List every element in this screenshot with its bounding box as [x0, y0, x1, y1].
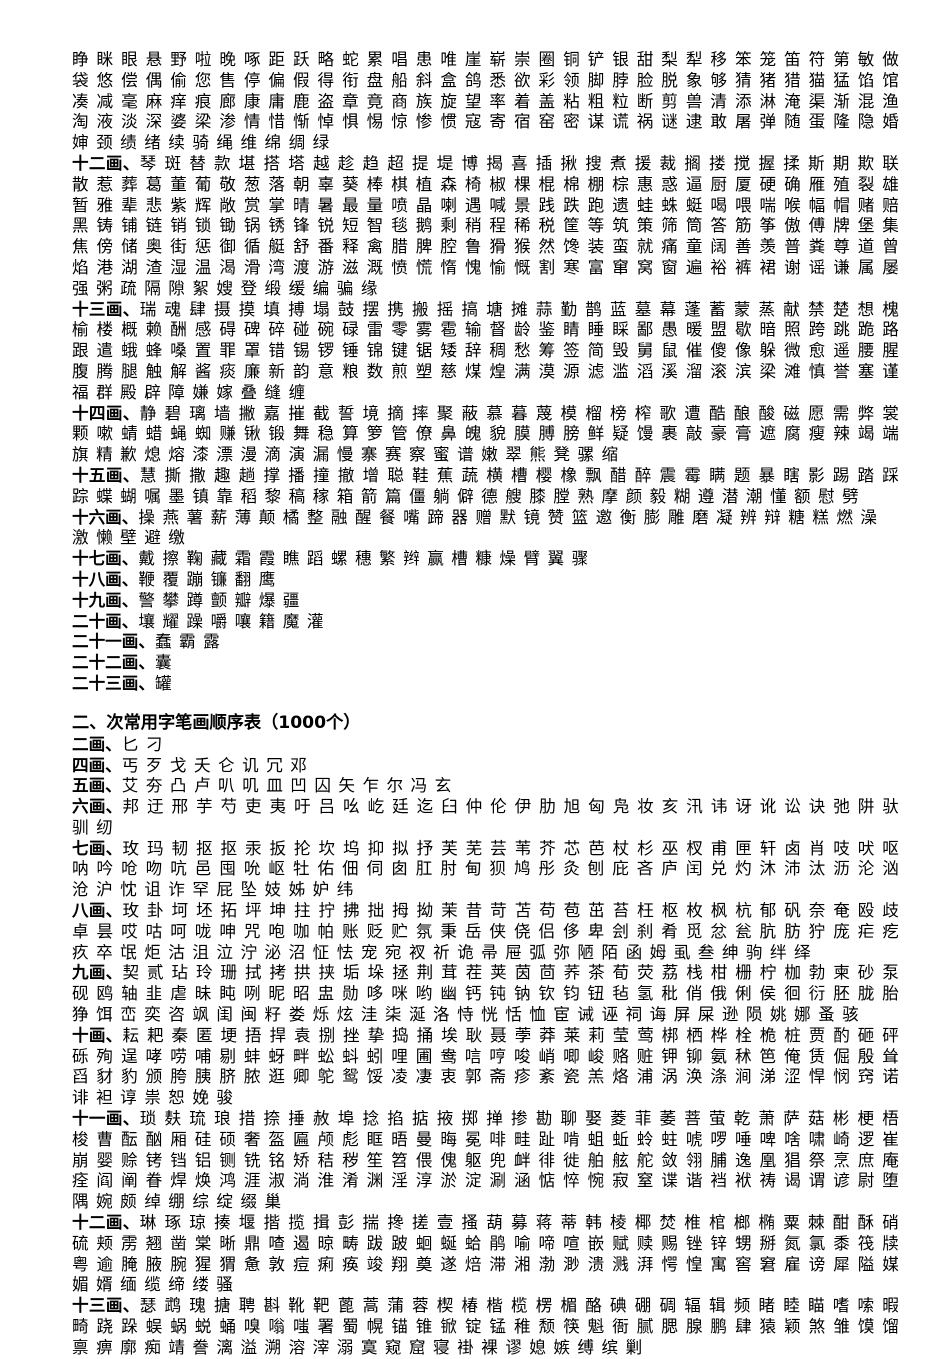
stroke-group-label: 六画、	[72, 797, 123, 817]
stroke-group: 睁 眯 眼 悬 野 啦 晚 啄 距 跃 略 蛇 累 唱 患 唯 崖 崭 崇 圈 …	[72, 50, 900, 154]
stroke-group: 二十二画、囊	[72, 653, 900, 674]
stroke-group-label: 十九画、	[72, 590, 139, 610]
stroke-group-chars: 罐	[154, 673, 173, 693]
stroke-group-chars: 瑟 鹉 瑰 搪 聘 斟 靴 靶 蓖 蒿 蒲 蓉 楔 椿 楷 榄 楞 楣 酪 碘 …	[72, 1296, 901, 1357]
stroke-group-label: 十七画、	[72, 549, 139, 569]
stroke-group-chars: 琐 麸 琉 琅 措 捺 捶 赦 埠 捻 掐 掂 掖 掷 掸 掺 勘 聊 娶 菱 …	[72, 1109, 901, 1212]
stroke-group-label: 十二画、	[72, 1213, 140, 1233]
stroke-group: 十三画、瑞 魂 肆 摄 摸 填 搏 塌 鼓 摆 携 搬 摇 搞 塘 摊 蒜 勤 …	[72, 300, 900, 404]
stroke-group-chars: 警 攀 蹲 颤 瓣 爆 疆	[138, 590, 301, 610]
stroke-group: 十二画、琴 斑 替 款 堪 搭 塔 越 趁 趋 超 提 堤 博 揭 喜 插 揪 …	[72, 154, 900, 300]
stroke-group-label: 十画、	[72, 1025, 123, 1045]
stroke-group-chars: 鞭 覆 蹦 镰 翻 鹰	[138, 569, 277, 589]
stroke-group-label: 二十二画、	[72, 653, 155, 673]
stroke-group: 十二画、琳 琢 琼 揍 堰 揩 揽 揖 彭 揣 搀 搓 壹 搔 葫 募 蒋 蒂 …	[72, 1213, 900, 1296]
stroke-group-chars: 匕 刁	[121, 734, 164, 754]
stroke-group-label: 十二画、	[72, 153, 140, 173]
stroke-group: 八画、玫 卦 坷 坯 拓 坪 坤 拄 拧 拂 拙 拇 拗 茉 昔 苛 苫 苟 苞…	[72, 901, 900, 963]
stroke-group-label: 五画、	[72, 776, 122, 796]
stroke-group-label: 十一画、	[72, 1109, 140, 1129]
stroke-group-label: 二画、	[72, 734, 122, 754]
stroke-group: 二画、匕 刁	[72, 735, 900, 756]
stroke-group-label: 八画、	[72, 901, 123, 921]
stroke-group: 九画、契 贰 玷 玲 珊 拭 拷 拱 挟 垢 垛 拯 荆 茸 茬 荚 茵 茴 荞…	[72, 963, 900, 1025]
stroke-group-chars: 蠢 霸 露	[154, 632, 221, 652]
stroke-group-chars: 契 贰 玷 玲 珊 拭 拷 拱 挟 垢 垛 拯 荆 茸 茬 荚 茵 茴 荞 茶 …	[72, 963, 900, 1025]
stroke-group-label: 二十画、	[72, 611, 139, 631]
stroke-group-label: 十四画、	[72, 403, 140, 423]
common-char-list-section: 睁 眯 眼 悬 野 啦 晚 啄 距 跃 略 蛇 累 唱 患 唯 崖 崭 崇 圈 …	[72, 50, 900, 695]
stroke-group-chars: 囊	[154, 653, 173, 673]
stroke-group: 十七画、戴 擦 鞠 藏 霜 霞 瞧 蹈 螺 穗 繁 辫 赢 槽 糠 燥 臂 翼 …	[72, 549, 900, 570]
stroke-group-chars: 静 碧 璃 墙 撇 嘉 摧 截 誓 境 摘 摔 聚 蔽 慕 暮 蔑 模 榴 榜 …	[72, 403, 901, 465]
stroke-group-chars: 丐 歹 戈 夭 仑 讥 冗 邓	[121, 755, 308, 775]
stroke-group: 五画、艾 夯 凸 卢 叭 叽 皿 凹 囚 矢 乍 尔 冯 玄	[72, 776, 900, 797]
stroke-group-chars: 慧 撕 撒 趣 趟 撑 播 撞 撤 增 聪 鞋 蕉 蔬 横 槽 樱 橡 飘 醋 …	[72, 465, 901, 506]
stroke-group-label: 十六画、	[72, 507, 139, 527]
stroke-group: 七画、玫 玛 韧 抠 抠 汞 扳 抡 坎 坞 抑 拟 抒 芙 芜 芸 苇 芥 芯…	[72, 839, 900, 901]
stroke-group-label: 十三画、	[72, 1296, 140, 1316]
stroke-group: 四画、丐 歹 戈 夭 仑 讥 冗 邓	[72, 756, 900, 777]
section-heading-secondary: 二、次常用字笔画顺序表（1000个）	[72, 711, 900, 735]
stroke-group: 十九画、警 攀 蹲 颤 瓣 爆 疆	[72, 591, 900, 612]
stroke-group-chars: 睁 眯 眼 悬 野 啦 晚 啄 距 跃 略 蛇 累 唱 患 唯 崖 崭 崇 圈 …	[72, 50, 900, 153]
stroke-group-chars: 壤 耀 躁 嚼 嚷 籍 魔 灌	[138, 611, 325, 631]
stroke-group-chars: 琴 斑 替 款 堪 搭 塔 越 趁 趋 超 提 堤 博 揭 喜 插 揪 搜 煮 …	[72, 153, 901, 298]
stroke-group: 二十画、壤 耀 躁 嚼 嚷 籍 魔 灌	[72, 612, 900, 633]
stroke-group-label: 七画、	[72, 838, 123, 858]
stroke-group: 十六画、操 燕 薯 薪 薄 颠 橘 整 融 醒 餐 嘴 蹄 器 赠 默 镜 赞 …	[72, 508, 900, 550]
stroke-group-chars: 耘 耙 秦 匿 埂 捂 捍 袁 捌 挫 挚 捣 捅 埃 耿 聂 荸 莽 莱 莉 …	[72, 1025, 900, 1108]
stroke-group: 十八画、鞭 覆 蹦 镰 翻 鹰	[72, 570, 900, 591]
stroke-group: 十画、耘 耙 秦 匿 埂 捂 捍 袁 捌 挫 挚 捣 捅 埃 耿 聂 荸 莽 莱…	[72, 1026, 900, 1109]
stroke-group-chars: 琳 琢 琼 揍 堰 揩 揽 揖 彭 揣 搀 搓 壹 搔 葫 募 蒋 蒂 韩 棱 …	[72, 1213, 901, 1295]
stroke-group-label: 二十三画、	[72, 673, 155, 693]
stroke-group-chars: 玫 卦 坷 坯 拓 坪 坤 拄 拧 拂 拙 拇 拗 茉 昔 苛 苫 苟 苞 茁 …	[72, 901, 900, 962]
stroke-group: 六画、邦 迂 邢 芋 芍 吏 夷 吁 吕 吆 屹 廷 迄 臼 仲 伦 伊 肋 旭…	[72, 797, 900, 839]
stroke-group: 十四画、静 碧 璃 墙 撇 嘉 摧 截 誓 境 摘 摔 聚 蔽 慕 暮 蔑 模 …	[72, 404, 900, 466]
document-page: 睁 眯 眼 悬 野 啦 晚 啄 距 跃 略 蛇 累 唱 患 唯 崖 崭 崇 圈 …	[0, 0, 945, 1357]
stroke-group-label: 四画、	[72, 755, 122, 775]
stroke-group-label: 十八画、	[72, 569, 139, 589]
section-heading-count: 1000	[278, 712, 327, 733]
stroke-group-chars: 戴 擦 鞠 藏 霜 霞 瞧 蹈 螺 穗 繁 辫 赢 槽 糠 燥 臂 翼 骤	[138, 549, 590, 569]
section-heading-suffix: 个）	[326, 712, 361, 733]
stroke-group-chars: 邦 迂 邢 芋 芍 吏 夷 吁 吕 吆 屹 廷 迄 臼 仲 伦 伊 肋 旭 匈 …	[72, 797, 900, 837]
stroke-group-chars: 玫 玛 韧 抠 抠 汞 扳 抡 坎 坞 抑 拟 抒 芙 芜 芸 苇 芥 芯 芭 …	[72, 838, 900, 900]
stroke-group: 二十三画、罐	[72, 674, 900, 695]
stroke-group-label: 二十一画、	[72, 632, 155, 652]
stroke-group-chars: 操 燕 薯 薪 薄 颠 橘 整 融 醒 餐 嘴 蹄 器 赠 默 镜 赞 篮 邀 …	[72, 507, 879, 548]
stroke-group-chars: 瑞 魂 肆 摄 摸 填 搏 塌 鼓 摆 携 搬 摇 搞 塘 摊 蒜 勤 鹊 蓝 …	[72, 299, 901, 402]
stroke-group-label: 十五画、	[72, 465, 140, 485]
stroke-group-label: 十三画、	[72, 299, 140, 319]
stroke-group: 十三画、瑟 鹉 瑰 搪 聘 斟 靴 靶 蓖 蒿 蒲 蓉 楔 椿 楷 榄 楞 楣 …	[72, 1296, 900, 1358]
stroke-group-label: 九画、	[72, 963, 123, 983]
stroke-group: 十一画、琐 麸 琉 琅 措 捺 捶 赦 埠 捻 掐 掂 掖 掷 掸 掺 勘 聊 …	[72, 1109, 900, 1213]
stroke-group: 十五画、慧 撕 撒 趣 趟 撑 播 撞 撤 增 聪 鞋 蕉 蔬 横 槽 樱 橡 …	[72, 466, 900, 508]
section-heading-prefix: 二、次常用字笔画顺序表（	[72, 712, 279, 733]
secondary-char-list-section: 二画、匕 刁 四画、丐 歹 戈 夭 仑 讥 冗 邓 五画、艾 夯 凸 卢 叭 叽…	[72, 735, 900, 1359]
stroke-group-chars: 艾 夯 凸 卢 叭 叽 皿 凹 囚 矢 乍 尔 冯 玄	[121, 776, 453, 796]
stroke-group: 二十一画、蠢 霸 露	[72, 632, 900, 653]
